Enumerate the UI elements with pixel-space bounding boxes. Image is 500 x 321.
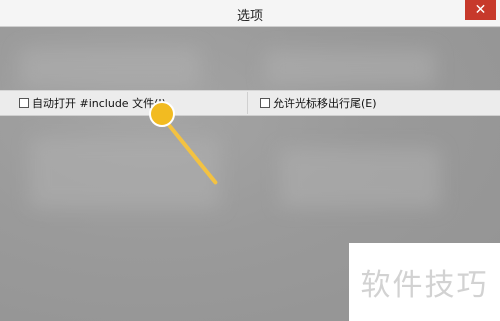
blurred-region — [20, 48, 200, 88]
cursor-past-eol-option[interactable]: 允许光标移出行尾(E) — [260, 95, 377, 111]
column-divider — [247, 92, 248, 114]
watermark: 软件技巧 — [349, 243, 500, 321]
dialog-titlebar: 选项 ✕ — [0, 0, 500, 27]
close-icon: ✕ — [474, 2, 487, 18]
watermark-text: 软件技巧 — [360, 268, 489, 303]
auto-open-include-option[interactable]: 自动打开 #include 文件(I) — [19, 95, 166, 111]
blurred-region — [265, 50, 435, 86]
dialog-title: 选项 — [236, 9, 263, 24]
close-button[interactable]: ✕ — [465, 0, 496, 20]
blurred-region — [280, 148, 440, 208]
pointer-marker — [149, 101, 175, 127]
blurred-region — [30, 138, 220, 208]
cursor-past-eol-checkbox[interactable] — [260, 98, 270, 108]
cursor-past-eol-label: 允许光标移出行尾(E) — [273, 97, 377, 110]
auto-open-include-checkbox[interactable] — [19, 98, 29, 108]
auto-open-include-label: 自动打开 #include 文件(I) — [32, 97, 166, 110]
